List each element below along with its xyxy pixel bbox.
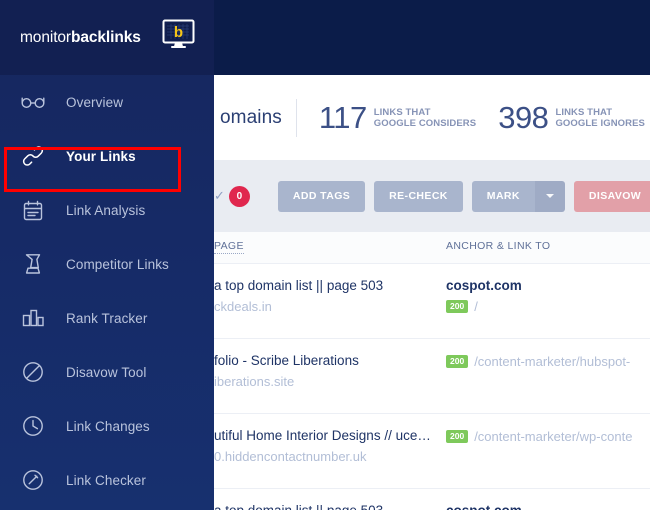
- sidebar-item-link-changes[interactable]: Link Changes: [0, 399, 214, 453]
- stats-bar: omains 117 LINKS THAT GOOGLE CONSIDERS 3…: [214, 75, 650, 160]
- cell-page: a top domain list || page 503 ckdeals.in: [214, 276, 442, 317]
- stat-value: 398: [498, 100, 549, 135]
- sidebar-item-label: Link Analysis: [66, 202, 146, 218]
- checkmark-icon[interactable]: ✓: [214, 188, 225, 204]
- stat-caption-line2: GOOGLE CONSIDERS: [373, 117, 477, 129]
- main-content: omains 117 LINKS THAT GOOGLE CONSIDERS 3…: [214, 0, 650, 510]
- chess-rook-icon: [16, 247, 50, 281]
- stats-divider: [295, 98, 297, 137]
- status-badge: 200: [446, 300, 469, 313]
- cell-anchor: cospot.com: [446, 501, 650, 510]
- table-row[interactable]: folio - Scribe Liberations iberations.si…: [214, 339, 650, 414]
- stat-domains-label: omains: [220, 106, 282, 128]
- table-row[interactable]: a top domain list || page 503 cospot.com: [214, 489, 650, 510]
- no-entry-icon: [16, 355, 50, 389]
- sidebar-item-label: Overview: [66, 94, 124, 110]
- page-url[interactable]: ckdeals.in: [214, 296, 442, 317]
- selected-count-badge: 0: [228, 185, 250, 207]
- brand-name: monitorbacklinks: [20, 29, 141, 47]
- mark-button[interactable]: MARK: [471, 180, 535, 212]
- cell-anchor: 200 /content-marketer/hubspot-: [446, 351, 650, 372]
- table-header-row: PAGE ANCHOR & LINK TO: [214, 232, 650, 264]
- mark-dropdown-toggle[interactable]: [534, 180, 565, 212]
- page-url[interactable]: iberations.site: [214, 371, 442, 392]
- stat-caption-line1: LINKS THAT: [555, 106, 613, 118]
- compass-pen-icon: [16, 463, 50, 497]
- brand-name-bold: backlinks: [71, 28, 141, 46]
- page-title[interactable]: a top domain list || page 503: [214, 276, 442, 296]
- stat-caption-line2: GOOGLE IGNORES: [555, 117, 645, 129]
- cell-anchor: 200 /content-marketer/wp-conte: [446, 426, 650, 447]
- chevron-down-icon: [545, 194, 554, 198]
- table-row[interactable]: a top domain list || page 503 ckdeals.in…: [214, 264, 650, 339]
- sidebar-nav: Overview Your Links Link Analysis Compet…: [0, 75, 214, 507]
- anchor-link-line: 200 /content-marketer/wp-conte: [446, 426, 650, 447]
- sidebar-item-your-links[interactable]: Your Links: [0, 129, 214, 183]
- table-row[interactable]: utiful Home Interior Designs // uce… 0.h…: [214, 414, 650, 489]
- page-title[interactable]: utiful Home Interior Designs // uce…: [214, 426, 442, 446]
- sidebar-item-overview[interactable]: Overview: [0, 75, 214, 129]
- page-title[interactable]: a top domain list || page 503: [214, 501, 442, 510]
- anchor-title[interactable]: cospot.com: [446, 276, 650, 296]
- sidebar-item-competitor-links[interactable]: Competitor Links: [0, 237, 214, 291]
- sidebar-item-disavow-tool[interactable]: Disavow Tool: [0, 345, 214, 399]
- sidebar-item-label: Competitor Links: [66, 256, 169, 272]
- top-header-bar: [214, 0, 650, 75]
- link-path[interactable]: /content-marketer/hubspot-: [474, 351, 630, 372]
- sidebar-item-label: Disavow Tool: [66, 364, 147, 380]
- calendar-icon: [16, 193, 50, 227]
- brand-logo[interactable]: monitorbacklinks b: [0, 0, 214, 75]
- sidebar-item-label: Link Checker: [66, 472, 146, 488]
- svg-text:b: b: [174, 24, 183, 41]
- monitor-b-logo-icon: b: [162, 19, 195, 48]
- links-table-body: a top domain list || page 503 ckdeals.in…: [214, 264, 650, 510]
- link-path[interactable]: /content-marketer/wp-conte: [474, 426, 632, 447]
- stat-caption: LINKS THAT GOOGLE IGNORES: [555, 107, 645, 129]
- bar-chart-icon: [16, 301, 50, 335]
- cell-page: utiful Home Interior Designs // uce… 0.h…: [214, 426, 442, 467]
- re-check-button[interactable]: RE-CHECK: [374, 180, 463, 212]
- chain-link-icon: [16, 139, 50, 173]
- page-title[interactable]: folio - Scribe Liberations: [214, 351, 442, 371]
- mark-button-group[interactable]: MARK: [471, 180, 565, 212]
- anchor-link-line: 200 /: [446, 296, 650, 317]
- sidebar-item-link-analysis[interactable]: Link Analysis: [0, 183, 214, 237]
- disavow-button-group[interactable]: DISAVOW: [573, 180, 650, 212]
- status-badge: 200: [446, 355, 469, 368]
- stat-caption-line1: LINKS THAT: [373, 106, 431, 118]
- sidebar-item-link-checker[interactable]: Link Checker: [0, 453, 214, 507]
- stat-links-considered: 117 LINKS THAT GOOGLE CONSIDERS: [319, 102, 476, 133]
- column-header-anchor-link-to[interactable]: ANCHOR & LINK TO: [446, 240, 550, 252]
- sidebar-item-label: Link Changes: [66, 418, 150, 434]
- brand-name-light: monitor: [20, 28, 71, 46]
- sidebar-item-label: Rank Tracker: [66, 310, 148, 326]
- sidebar: monitorbacklinks b Overview Your Links L…: [0, 0, 214, 510]
- app-window: omains 117 LINKS THAT GOOGLE CONSIDERS 3…: [0, 0, 650, 510]
- glasses-icon: [16, 85, 50, 119]
- stat-links-ignored: 398 LINKS THAT GOOGLE IGNORES: [498, 102, 645, 133]
- clock-icon: [16, 409, 50, 443]
- sidebar-item-label: Your Links: [66, 148, 136, 164]
- disavow-button[interactable]: DISAVOW: [573, 180, 650, 212]
- page-url[interactable]: 0.hiddencontactnumber.uk: [214, 446, 442, 467]
- stat-value: 117: [318, 100, 367, 135]
- sidebar-item-rank-tracker[interactable]: Rank Tracker: [0, 291, 214, 345]
- link-path[interactable]: /: [474, 296, 478, 317]
- cell-page: folio - Scribe Liberations iberations.si…: [214, 351, 442, 392]
- cell-page: a top domain list || page 503: [214, 501, 442, 510]
- cell-anchor: cospot.com 200 /: [446, 276, 650, 317]
- action-toolbar: ✓ 0 ADD TAGS RE-CHECK MARK DISAVOW DELET…: [214, 160, 650, 232]
- column-header-page[interactable]: PAGE: [214, 240, 244, 254]
- add-tags-button[interactable]: ADD TAGS: [277, 180, 366, 212]
- stat-caption: LINKS THAT GOOGLE CONSIDERS: [374, 107, 476, 129]
- anchor-title[interactable]: cospot.com: [446, 501, 650, 510]
- status-badge: 200: [446, 430, 469, 443]
- anchor-link-line: 200 /content-marketer/hubspot-: [446, 351, 650, 372]
